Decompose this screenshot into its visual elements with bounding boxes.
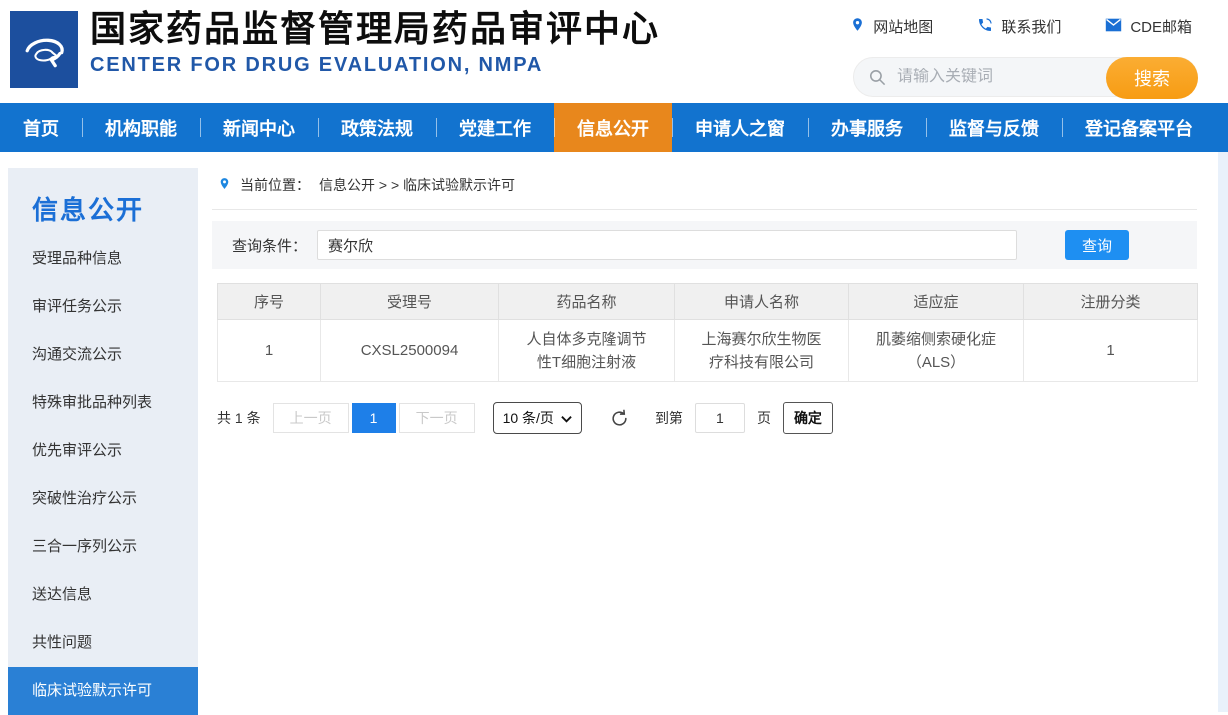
col-header-index: 序号 bbox=[217, 283, 321, 320]
col-header-acceptance-no: 受理号 bbox=[320, 283, 499, 320]
contact-link[interactable]: 联系我们 bbox=[977, 16, 1061, 37]
prev-page-button[interactable]: 上一页 bbox=[272, 403, 349, 433]
sidebar-item-communication[interactable]: 沟通交流公示 bbox=[8, 331, 198, 379]
cell-acceptance-no: CXSL2500094 bbox=[320, 319, 499, 382]
map-pin-icon bbox=[850, 16, 865, 37]
nav-item-registration-platform[interactable]: 登记备案平台 bbox=[1062, 103, 1216, 152]
query-button[interactable]: 查询 bbox=[1065, 230, 1130, 260]
cell-index: 1 bbox=[217, 319, 321, 382]
sidebar-item-clinical-trial-implied-license[interactable]: 临床试验默示许可 bbox=[8, 667, 198, 715]
current-page-button[interactable]: 1 bbox=[351, 403, 396, 433]
nav-item-news[interactable]: 新闻中心 bbox=[200, 103, 318, 152]
header-search: 搜索 bbox=[853, 57, 1198, 99]
site-subtitle: CENTER FOR DRUG EVALUATION, NMPA bbox=[90, 54, 544, 76]
sidebar-item-accepted-varieties[interactable]: 受理品种信息 bbox=[8, 235, 198, 283]
sitemap-link-label: 网站地图 bbox=[873, 19, 934, 36]
cde-mail-link[interactable]: CDE邮箱 bbox=[1105, 16, 1192, 37]
results-table: 序号 受理号 药品名称 申请人名称 适应症 注册分类 1 CXSL2500094… bbox=[217, 283, 1198, 382]
sidebar-item-breakthrough-therapy[interactable]: 突破性治疗公示 bbox=[8, 475, 198, 523]
site-titles: 国家药品监督管理局药品审评中心 CENTER FOR DRUG EVALUATI… bbox=[90, 6, 660, 77]
page-size-label: 10 条/页 bbox=[502, 410, 554, 426]
chevron-down-icon bbox=[561, 410, 572, 426]
col-header-applicant: 申请人名称 bbox=[674, 283, 849, 320]
col-header-drug-name: 药品名称 bbox=[498, 283, 675, 320]
next-page-button[interactable]: 下一页 bbox=[398, 403, 475, 433]
page-size-select[interactable]: 10 条/页 bbox=[492, 402, 582, 434]
search-icon bbox=[868, 68, 887, 87]
nav-item-functions[interactable]: 机构职能 bbox=[82, 103, 200, 152]
sitemap-link[interactable]: 网站地图 bbox=[850, 16, 933, 37]
sidebar: 信息公开 受理品种信息 审评任务公示 沟通交流公示 特殊审批品种列表 优先审评公… bbox=[8, 168, 198, 715]
header-search-button[interactable]: 搜索 bbox=[1106, 57, 1198, 99]
nav-item-policy[interactable]: 政策法规 bbox=[318, 103, 436, 152]
nav-item-services[interactable]: 办事服务 bbox=[808, 103, 926, 152]
nav-item-home[interactable]: 首页 bbox=[0, 103, 82, 152]
col-header-indication: 适应症 bbox=[848, 283, 1024, 320]
pagination-total: 共 1 条 bbox=[217, 410, 261, 426]
sidebar-item-three-in-one[interactable]: 三合一序列公示 bbox=[8, 523, 198, 571]
nav-item-supervision[interactable]: 监督与反馈 bbox=[926, 103, 1062, 152]
cell-indication: 肌萎缩侧索硬化症（ALS） bbox=[848, 319, 1024, 382]
cde-mail-link-label: CDE邮箱 bbox=[1130, 19, 1192, 36]
pagination: 共 1 条 上一页 1 下一页 10 条/页 到第 页 确定 bbox=[217, 402, 1197, 434]
nav-item-applicant-window[interactable]: 申请人之窗 bbox=[672, 103, 808, 152]
location-pin-icon bbox=[218, 175, 231, 195]
nav-item-info-disclosure[interactable]: 信息公开 bbox=[554, 103, 672, 152]
mail-icon bbox=[1105, 18, 1122, 36]
query-input[interactable] bbox=[317, 230, 1018, 260]
phone-icon bbox=[977, 17, 993, 37]
goto-page-input[interactable] bbox=[694, 403, 745, 433]
site-title: 国家药品监督管理局药品审评中心 bbox=[90, 8, 661, 49]
breadcrumb-trail: 信息公开 > > 临床试验默示许可 bbox=[319, 177, 516, 193]
sidebar-item-review-tasks[interactable]: 审评任务公示 bbox=[8, 283, 198, 331]
goto-page-suffix: 页 bbox=[756, 410, 771, 426]
table-row: 1 CXSL2500094 人自体多克隆调节性T细胞注射液 上海赛尔欣生物医疗科… bbox=[217, 319, 1198, 382]
query-label: 查询条件： bbox=[232, 237, 308, 255]
breadcrumb: 当前位置： 信息公开 > > 临床试验默示许可 bbox=[212, 168, 1197, 210]
cell-registration-category: 1 bbox=[1023, 319, 1198, 382]
col-header-registration-category: 注册分类 bbox=[1023, 283, 1198, 320]
contact-link-label: 联系我们 bbox=[1001, 19, 1062, 36]
sidebar-item-common-issues[interactable]: 共性问题 bbox=[8, 619, 198, 667]
sidebar-item-priority-review[interactable]: 优先审评公示 bbox=[8, 427, 198, 475]
main-content: 当前位置： 信息公开 > > 临床试验默示许可 查询条件： 查询 序号 受理号 … bbox=[212, 168, 1198, 434]
main-nav: 首页 机构职能 新闻中心 政策法规 党建工作 信息公开 申请人之窗 办事服务 监… bbox=[0, 103, 1228, 152]
cell-applicant: 上海赛尔欣生物医疗科技有限公司 bbox=[674, 319, 849, 382]
header-quick-links: 网站地图 联系我们 CDE邮箱 bbox=[850, 16, 1192, 37]
sidebar-title: 信息公开 bbox=[32, 195, 145, 225]
sidebar-item-delivery-info[interactable]: 送达信息 bbox=[8, 571, 198, 619]
confirm-button[interactable]: 确定 bbox=[782, 402, 833, 434]
breadcrumb-prefix: 当前位置： bbox=[240, 177, 310, 193]
sidebar-item-special-approval[interactable]: 特殊审批品种列表 bbox=[8, 379, 198, 427]
cde-logo bbox=[10, 11, 78, 88]
results-header-row: 序号 受理号 药品名称 申请人名称 适应症 注册分类 bbox=[217, 283, 1198, 320]
query-bar: 查询条件： 查询 bbox=[212, 221, 1197, 269]
page-scroll-track[interactable] bbox=[1218, 152, 1228, 712]
refresh-icon[interactable] bbox=[610, 409, 629, 428]
site-header: 国家药品监督管理局药品审评中心 CENTER FOR DRUG EVALUATI… bbox=[0, 0, 1228, 103]
nav-item-party[interactable]: 党建工作 bbox=[436, 103, 554, 152]
cell-drug-name: 人自体多克隆调节性T细胞注射液 bbox=[498, 319, 675, 382]
goto-page-label: 到第 bbox=[654, 410, 683, 426]
cde-logo-swirl-icon bbox=[16, 19, 72, 80]
